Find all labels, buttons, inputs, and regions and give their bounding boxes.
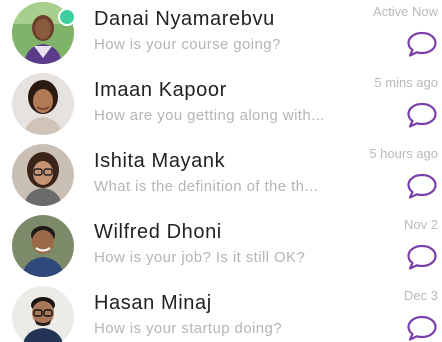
timestamp: Active Now	[372, 4, 438, 19]
contact-name: Wilfred Dhoni	[94, 221, 222, 243]
avatar[interactable]	[12, 215, 74, 277]
chat-bubble-icon[interactable]	[406, 172, 438, 200]
online-status-dot	[58, 8, 76, 26]
conversation-row[interactable]: Imaan Kapoor How are you getting along w…	[0, 73, 442, 141]
chat-bubble-icon[interactable]	[406, 30, 438, 58]
avatar[interactable]	[12, 73, 74, 135]
message-preview: How is your course going?	[94, 36, 281, 53]
contact-name: Ishita Mayank	[94, 150, 226, 172]
timestamp: Nov 2	[404, 217, 438, 232]
contact-name: Danai Nyamarebvu	[94, 8, 275, 30]
timestamp: 5 mins ago	[374, 75, 438, 90]
message-preview: What is the definition of the th...	[94, 178, 319, 195]
contact-name: Hasan Minaj	[94, 292, 212, 314]
timestamp: 5 hours ago	[369, 146, 438, 161]
conversation-row[interactable]: Wilfred Dhoni How is your job? Is it sti…	[0, 215, 442, 283]
message-preview: How are you getting along with...	[94, 107, 325, 124]
avatar[interactable]	[12, 144, 74, 206]
chat-bubble-icon[interactable]	[406, 243, 438, 271]
conversation-row[interactable]: Hasan Minaj How is your startup doing? D…	[0, 286, 442, 342]
contact-name: Imaan Kapoor	[94, 79, 227, 101]
conversation-row[interactable]: Ishita Mayank What is the definition of …	[0, 144, 442, 212]
avatar[interactable]	[12, 286, 74, 342]
timestamp: Dec 3	[404, 288, 438, 303]
conversation-row[interactable]: Danai Nyamarebvu How is your course goin…	[0, 2, 442, 70]
conversation-list: Danai Nyamarebvu How is your course goin…	[0, 0, 442, 342]
chat-bubble-icon[interactable]	[406, 101, 438, 129]
message-preview: How is your startup doing?	[94, 320, 282, 337]
message-preview: How is your job? Is it still OK?	[94, 249, 306, 266]
chat-bubble-icon[interactable]	[406, 314, 438, 342]
